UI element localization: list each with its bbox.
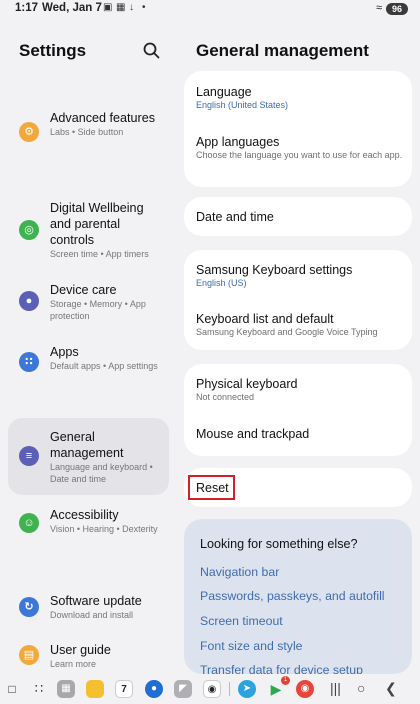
messages-icon[interactable]: ● <box>145 680 163 698</box>
language-card: Language English (United States) App lan… <box>184 71 412 187</box>
screenshot-icon: ▣ <box>103 2 113 13</box>
nav-sub: Labs • Side button <box>50 127 124 137</box>
suggestion-link[interactable]: Font size and style <box>200 639 303 653</box>
reset-highlight <box>188 475 235 500</box>
status-time: 1:17 <box>15 2 39 14</box>
search-button[interactable] <box>141 40 163 62</box>
play-badge-count: 1 <box>283 677 288 683</box>
row-label: Language <box>196 85 252 99</box>
dot-icon: • <box>142 2 146 13</box>
row-label: Physical keyboard <box>196 377 298 391</box>
app-drawer-icon[interactable]: ∷ <box>30 680 48 698</box>
row-label: Samsung Keyboard settings <box>196 263 353 277</box>
row-sub: Not connected <box>196 392 255 402</box>
device-care-icon: ● <box>19 291 39 311</box>
language-row[interactable]: Language English (United States) <box>196 84 404 112</box>
notes-icon[interactable] <box>86 680 104 698</box>
suggestion-link[interactable]: Screen timeout <box>200 614 283 628</box>
taskbar-divider <box>229 682 230 696</box>
battery-level: 96 <box>391 4 402 14</box>
screen-icon[interactable]: □ <box>3 680 21 698</box>
row-sub: English (United States) <box>196 100 289 110</box>
suggestion-link[interactable]: Passwords, passkeys, and autofill <box>200 589 385 603</box>
nav-label: Device care <box>50 283 117 297</box>
nav-label: General management <box>50 430 124 460</box>
settings-title: Settings <box>19 41 87 60</box>
calendar-icon[interactable]: 7 <box>115 680 133 698</box>
nav-label: Software update <box>50 594 142 608</box>
nav-item-apps[interactable]: ∷ Apps Default apps • App settings <box>8 334 169 390</box>
nav-sub: Default apps • App settings <box>50 361 158 371</box>
software-update-icon: ↻ <box>19 597 39 617</box>
taskbar: □ ∷ ▦ 7 ● ◤ ◉ ➤ ▶ 1 ◉ ||| ○ ❮ <box>0 674 420 704</box>
nav-sub: Download and install <box>50 610 134 620</box>
recent-apps-icon[interactable]: ||| <box>330 680 341 696</box>
nav-sub: Vision • Hearing • Dexterity <box>50 524 158 534</box>
row-label: Keyboard list and default <box>196 312 334 326</box>
back-icon[interactable]: ❮ <box>385 680 397 697</box>
nav-item-user-guide[interactable]: ▤ User guide Learn more <box>8 636 169 674</box>
nav-sub: Learn more <box>50 659 97 669</box>
status-bar: 1:17 Wed, Jan 7 ▣ ▦ ↓ • ≈ 96 <box>0 0 420 18</box>
search-icon <box>143 42 160 59</box>
keyboard-list-row[interactable]: Keyboard list and default Samsung Keyboa… <box>196 311 404 339</box>
nav-sub: Screen time • App timers <box>50 249 149 259</box>
qr-icon: ▦ <box>116 2 126 13</box>
nav-sub: Storage • Memory • App protection <box>50 299 146 321</box>
input-devices-card: Physical keyboard Not connected Mouse an… <box>184 364 412 456</box>
home-icon[interactable]: ○ <box>357 680 365 696</box>
date-time-card: Date and time <box>184 197 412 236</box>
nav-label: Accessibility <box>50 508 119 522</box>
row-label: Date and time <box>196 210 274 224</box>
accessibility-icon: ☺ <box>19 513 39 533</box>
suggestions-title: Looking for something else? <box>200 537 358 551</box>
advanced-features-icon: ⚙ <box>19 122 39 142</box>
nav-label: Digital Wellbeing and parental controls <box>50 201 144 247</box>
battery-icon: 96 <box>386 3 408 15</box>
suggestion-link[interactable]: Navigation bar <box>200 565 279 579</box>
nav-item-accessibility[interactable]: ☺ Accessibility Vision • Hearing • Dexte… <box>8 500 169 564</box>
nav-label: Apps <box>50 345 79 359</box>
apps-icon: ∷ <box>19 352 39 372</box>
row-sub: English (US) <box>196 278 247 288</box>
row-label: Mouse and trackpad <box>196 427 310 441</box>
nav-item-software-update[interactable]: ↻ Software update Download and install <box>8 586 169 632</box>
play-store-badge: 1 <box>281 676 290 685</box>
nav-item-digital-wellbeing[interactable]: ◎ Digital Wellbeing and parental control… <box>8 186 169 266</box>
date-time-row[interactable]: Date and time <box>196 209 404 225</box>
page-title: General management <box>196 41 369 60</box>
nav-item-advanced-features[interactable]: ⚙ Advanced features Labs • Side button <box>8 100 169 162</box>
folder-icon[interactable]: ▦ <box>57 680 75 698</box>
keyboard-card: Samsung Keyboard settings English (US) K… <box>184 250 412 350</box>
chrome-icon[interactable]: ◉ <box>296 680 314 698</box>
nav-label: Advanced features <box>50 111 156 125</box>
nav-label: User guide <box>50 643 111 657</box>
calendar-day: 7 <box>121 684 127 695</box>
suggestions-card: Looking for something else? Navigation b… <box>184 519 412 674</box>
telegram-icon[interactable]: ➤ <box>238 680 256 698</box>
general-management-icon: ≡ <box>19 446 39 466</box>
nav-item-device-care[interactable]: ● Device care Storage • Memory • App pro… <box>8 272 169 330</box>
mouse-trackpad-row[interactable]: Mouse and trackpad <box>196 426 404 442</box>
camera-icon[interactable]: ◉ <box>203 680 221 698</box>
physical-keyboard-row[interactable]: Physical keyboard Not connected <box>196 376 404 404</box>
digital-wellbeing-icon: ◎ <box>19 220 39 240</box>
row-sub: Samsung Keyboard and Google Voice Typing <box>196 327 378 337</box>
user-guide-icon: ▤ <box>19 645 39 665</box>
nav-sub: Language and keyboard • Date and time <box>50 462 153 484</box>
usb-icon: ↓ <box>129 2 134 13</box>
row-sub: Choose the language you want to use for … <box>196 150 403 160</box>
suggestion-link[interactable]: Transfer data for device setup <box>200 663 363 674</box>
nav-item-general-management[interactable]: ≡ General management Language and keyboa… <box>8 418 169 495</box>
status-date: Wed, Jan 7 <box>42 2 102 14</box>
app-languages-row[interactable]: App languages Choose the language you wa… <box>196 134 404 162</box>
gallery-icon[interactable]: ◤ <box>174 680 192 698</box>
wifi-icon: ≈ <box>375 2 382 14</box>
row-label: App languages <box>196 135 280 149</box>
samsung-keyboard-row[interactable]: Samsung Keyboard settings English (US) <box>196 262 404 290</box>
